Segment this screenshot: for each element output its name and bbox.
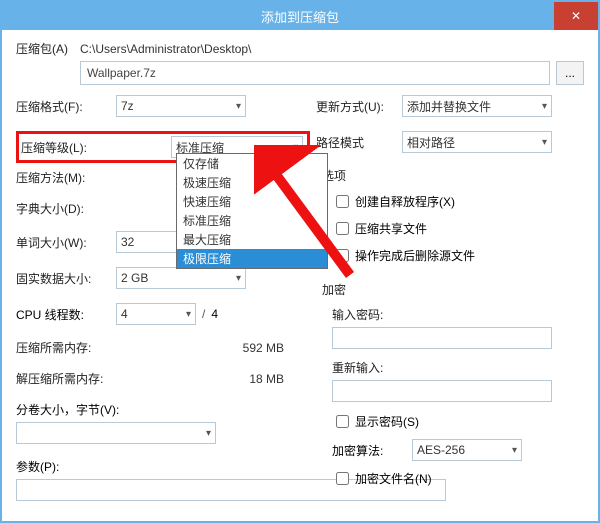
close-icon: ✕ [571,9,581,23]
pw-label: 输入密码: [332,306,584,323]
split-select[interactable]: ▾ [16,422,216,444]
right-column: 更新方式(U): 添加并替换文件 ▾ 路径模式 相对路径 ▾ 选项 [312,95,584,501]
algo-select[interactable]: AES-256 ▾ [412,439,522,461]
update-label: 更新方式(U): [316,98,402,115]
title-bar: 添加到压缩包 ✕ [2,2,598,30]
level-label: 压缩等级(L): [21,139,117,156]
opt-share-row[interactable]: 压缩共享文件 [332,219,584,238]
level-option[interactable]: 极速压缩 [177,173,327,192]
level-option[interactable]: 快速压缩 [177,192,327,211]
chevron-down-icon: ▾ [293,142,298,153]
mem-compress-value: 592 MB [243,341,284,355]
chevron-down-icon: ▾ [236,101,241,112]
pathmode-value: 相对路径 [407,134,455,151]
solid-value: 2 GB [121,271,148,285]
level-option[interactable]: 仅存储 [177,154,327,173]
level-option[interactable]: 最大压缩 [177,230,327,249]
cpu-total: 4 [211,307,218,321]
params-label: 参数(P): [16,458,284,475]
mem-compress-row: 压缩所需内存: 592 MB [16,339,284,356]
level-row: 压缩等级(L): 标准压缩 ▾ 仅存储 极速压缩 快速压缩 标准压缩 最大压缩 [16,131,284,163]
cpu-slash: / [202,307,205,321]
dialog-window: 添加到压缩包 ✕ 压缩包(A) C:\Users\Administrator\D… [0,0,600,523]
chevron-down-icon: ▾ [236,273,241,284]
browse-button[interactable]: ... [556,61,584,85]
word-value: 32 [121,235,134,249]
solid-label: 固实数据大小: [16,270,116,287]
archive-path-row: 压缩包(A) C:\Users\Administrator\Desktop\ [16,40,584,57]
update-value: 添加并替换文件 [407,98,491,115]
chevron-down-icon: ▾ [206,428,211,439]
opt-share-label: 压缩共享文件 [355,220,427,237]
level-option-selected[interactable]: 极限压缩 [177,249,327,268]
level-option[interactable]: 标准压缩 [177,211,327,230]
archive-file-input[interactable] [80,61,550,85]
mem-decompress-label: 解压缩所需内存: [16,370,103,387]
opt-delete-row[interactable]: 操作完成后删除源文件 [332,246,584,265]
enc-title: 加密 [322,281,584,298]
cpu-row: CPU 线程数: 4 ▾ / 4 [16,303,284,325]
window-title: 添加到压缩包 [261,7,339,26]
mem-decompress-row: 解压缩所需内存: 18 MB [16,370,284,387]
archive-label: 压缩包(A) [16,40,80,57]
close-button[interactable]: ✕ [554,2,598,30]
chevron-down-icon: ▾ [542,137,547,148]
mem-compress-label: 压缩所需内存: [16,339,91,356]
algo-row: 加密算法: AES-256 ▾ [332,439,584,461]
solid-row: 固实数据大小: 2 GB ▾ [16,267,284,289]
encnames-checkbox[interactable] [336,472,349,485]
chevron-down-icon: ▾ [186,309,191,320]
dict-label: 字典大小(D): [16,200,116,217]
pathmode-select[interactable]: 相对路径 ▾ [402,131,552,153]
format-label: 压缩格式(F): [16,98,116,115]
pw2-label: 重新输入: [332,359,584,376]
update-row: 更新方式(U): 添加并替换文件 ▾ [316,95,584,117]
chevron-down-icon: ▾ [512,445,517,456]
format-row: 压缩格式(F): 7z ▾ [16,95,284,117]
columns: 压缩格式(F): 7z ▾ 压缩等级(L): 标准压缩 ▾ [16,95,584,501]
method-label: 压缩方法(M): [16,169,116,186]
browse-label: ... [565,66,575,80]
archive-path: C:\Users\Administrator\Desktop\ [80,42,251,56]
opt-sfx-row[interactable]: 创建自释放程序(X) [332,192,584,211]
pathmode-row: 路径模式 相对路径 ▾ [316,131,584,153]
pw2-input[interactable] [332,380,552,402]
cpu-value: 4 [121,307,128,321]
solid-select[interactable]: 2 GB ▾ [116,267,246,289]
opt-share-checkbox[interactable] [336,222,349,235]
pw-input[interactable] [332,327,552,349]
chevron-down-icon: ▾ [542,101,547,112]
showpw-row[interactable]: 显示密码(S) [332,412,584,431]
options-title: 选项 [322,167,584,184]
mem-decompress-value: 18 MB [249,372,284,386]
cpu-label: CPU 线程数: [16,306,116,323]
algo-label: 加密算法: [332,442,412,459]
left-column: 压缩格式(F): 7z ▾ 压缩等级(L): 标准压缩 ▾ [16,95,284,501]
archive-file-row: ... [16,61,584,85]
showpw-label: 显示密码(S) [355,413,419,430]
encnames-label: 加密文件名(N) [355,470,432,487]
opt-sfx-label: 创建自释放程序(X) [355,193,455,210]
format-select[interactable]: 7z ▾ [116,95,246,117]
opt-sfx-checkbox[interactable] [336,195,349,208]
update-select[interactable]: 添加并替换文件 ▾ [402,95,552,117]
split-label: 分卷大小，字节(V): [16,401,284,418]
format-value: 7z [121,99,134,113]
content-area: 压缩包(A) C:\Users\Administrator\Desktop\ .… [2,30,598,511]
level-dropdown: 仅存储 极速压缩 快速压缩 标准压缩 最大压缩 极限压缩 [176,153,328,269]
algo-value: AES-256 [417,443,465,457]
opt-delete-checkbox[interactable] [336,249,349,262]
encnames-row[interactable]: 加密文件名(N) [332,469,584,488]
pathmode-label: 路径模式 [316,134,402,151]
opt-delete-label: 操作完成后删除源文件 [355,247,475,264]
showpw-checkbox[interactable] [336,415,349,428]
cpu-select[interactable]: 4 ▾ [116,303,196,325]
word-label: 单词大小(W): [16,234,116,251]
